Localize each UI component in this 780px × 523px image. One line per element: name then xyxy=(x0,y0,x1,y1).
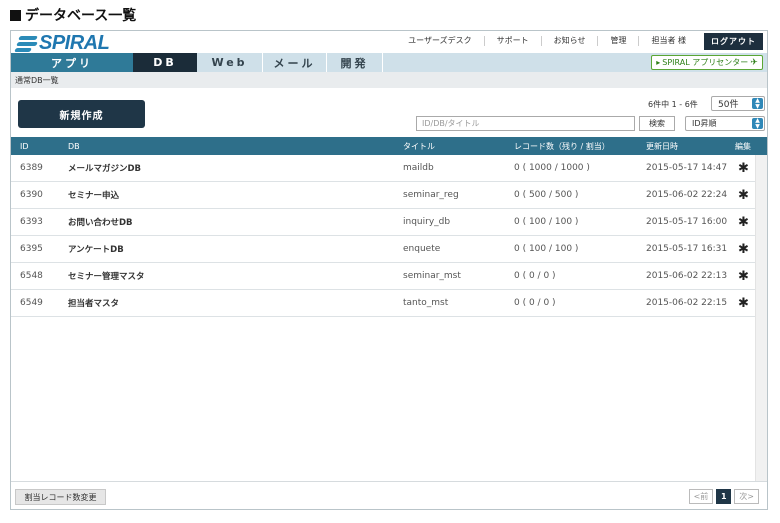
row-title: enquete xyxy=(403,244,441,254)
main-nav: アプリ DB Web メール 開発 ▸ SPIRAL アプリセンター ✈ xyxy=(11,53,767,72)
row-id: 6395 xyxy=(20,244,43,254)
scrollbar[interactable] xyxy=(755,155,767,481)
row-db-name[interactable]: 担当者マスタ xyxy=(68,290,119,316)
quota-change-button[interactable]: 割当レコード数変更 xyxy=(15,489,106,505)
app-center-label: SPIRAL アプリセンター xyxy=(662,58,749,67)
logo-stripes-icon xyxy=(14,34,38,52)
row-updated: 2015-06-02 22:15 xyxy=(646,298,728,308)
app-frame: SPIRAL ユーザーズデスク サポート お知らせ 管理 担当者 様 ログアウト… xyxy=(10,30,768,510)
row-updated: 2015-05-17 16:31 xyxy=(646,244,728,254)
top-link-news[interactable]: お知らせ xyxy=(540,36,598,46)
row-records: 0 ( 500 / 500 ) xyxy=(514,190,579,200)
column-header-id[interactable]: ID xyxy=(20,137,29,155)
row-updated: 2015-06-02 22:24 xyxy=(646,190,728,200)
logo[interactable]: SPIRAL xyxy=(14,31,110,54)
tab-dev[interactable]: 開発 xyxy=(327,53,383,72)
row-title: inquiry_db xyxy=(403,217,451,227)
gear-icon[interactable]: ✱ xyxy=(738,290,749,316)
table-row[interactable]: 6549 担当者マスタ tanto_mst 0 ( 0 / 0 ) 2015-0… xyxy=(11,290,755,317)
tab-apps[interactable]: アプリ xyxy=(11,53,133,72)
row-db-name[interactable]: メールマガジンDB xyxy=(68,155,141,181)
column-header-db[interactable]: DB xyxy=(68,137,80,155)
gear-icon[interactable]: ✱ xyxy=(738,236,749,262)
row-id: 6389 xyxy=(20,163,43,173)
gear-icon[interactable]: ✱ xyxy=(738,209,749,235)
gear-icon[interactable]: ✱ xyxy=(738,155,749,181)
row-id: 6549 xyxy=(20,298,43,308)
row-db-name[interactable]: アンケートDB xyxy=(68,236,124,262)
tab-db[interactable]: DB xyxy=(133,53,197,72)
app-center-button[interactable]: ▸ SPIRAL アプリセンター ✈ xyxy=(651,55,763,70)
search-button[interactable]: 検索 xyxy=(639,116,675,131)
select-arrows-icon: ▲ ▼ xyxy=(752,97,763,109)
table-row[interactable]: 6395 アンケートDB enquete 0 ( 100 / 100 ) 201… xyxy=(11,236,755,263)
sort-select[interactable]: ID昇順 ▲ ▼ xyxy=(685,116,765,131)
heading-square-icon xyxy=(10,9,21,21)
row-records: 0 ( 100 / 100 ) xyxy=(514,217,579,227)
top-link-admin[interactable]: 管理 xyxy=(597,36,638,46)
gear-icon[interactable]: ✱ xyxy=(738,263,749,289)
column-header-updated[interactable]: 更新日時 xyxy=(646,137,678,155)
logo-text: SPIRAL xyxy=(39,31,110,54)
top-links: ユーザーズデスク サポート お知らせ 管理 担当者 様 ログアウト xyxy=(396,32,763,50)
row-records: 0 ( 0 / 0 ) xyxy=(514,271,556,281)
header: SPIRAL ユーザーズデスク サポート お知らせ 管理 担当者 様 ログアウト… xyxy=(11,31,767,72)
row-updated: 2015-05-17 14:47 xyxy=(646,163,728,173)
per-page-select[interactable]: 50件 ▲ ▼ xyxy=(711,96,765,111)
row-title: maildb xyxy=(403,163,434,173)
page-heading: データベース一覧 xyxy=(10,4,136,26)
row-records: 0 ( 100 / 100 ) xyxy=(514,244,579,254)
column-header-title[interactable]: タイトル xyxy=(403,137,435,155)
table-header: ID DB タイトル レコード数（残り / 割当） 更新日時 編集 xyxy=(11,137,767,155)
new-create-button[interactable]: 新規作成 xyxy=(18,100,145,128)
row-title: seminar_reg xyxy=(403,190,459,200)
play-arrow-icon: ▸ xyxy=(656,58,661,67)
search-input[interactable]: ID/DB/タイトル xyxy=(416,116,635,131)
row-db-name[interactable]: セミナー申込 xyxy=(68,182,119,208)
table-row[interactable]: 6390 セミナー申込 seminar_reg 0 ( 500 / 500 ) … xyxy=(11,182,755,209)
top-link-users-desk[interactable]: ユーザーズデスク xyxy=(396,36,483,46)
gear-icon[interactable]: ✱ xyxy=(738,182,749,208)
table-row[interactable]: 6393 お問い合わせDB inquiry_db 0 ( 100 / 100 )… xyxy=(11,209,755,236)
table-row[interactable]: 6389 メールマガジンDB maildb 0 ( 1000 / 1000 ) … xyxy=(11,155,755,182)
tab-mail[interactable]: メール xyxy=(263,53,327,72)
row-db-name[interactable]: お問い合わせDB xyxy=(68,209,133,235)
row-id: 6390 xyxy=(20,190,43,200)
column-header-edit: 編集 xyxy=(735,141,751,151)
row-records: 0 ( 1000 / 1000 ) xyxy=(514,163,590,173)
pagination: <前 1 次> xyxy=(688,489,759,504)
row-records: 0 ( 0 / 0 ) xyxy=(514,298,556,308)
row-id: 6548 xyxy=(20,271,43,281)
row-db-name[interactable]: セミナー管理マスタ xyxy=(68,263,145,289)
sort-value: ID昇順 xyxy=(692,119,717,128)
tab-web[interactable]: Web xyxy=(197,53,263,72)
column-header-records[interactable]: レコード数（残り / 割当） xyxy=(514,137,610,155)
row-id: 6393 xyxy=(20,217,43,227)
breadcrumb: 通常DB一覧 xyxy=(11,72,767,88)
row-updated: 2015-06-02 22:13 xyxy=(646,271,728,281)
prev-page-button[interactable]: <前 xyxy=(688,489,714,504)
result-count: 6件中 1 - 6件 xyxy=(648,100,698,109)
per-page-value: 50件 xyxy=(718,100,739,110)
next-page-button[interactable]: 次> xyxy=(734,489,759,504)
table-row[interactable]: 6548 セミナー管理マスタ seminar_mst 0 ( 0 / 0 ) 2… xyxy=(11,263,755,290)
row-updated: 2015-05-17 16:00 xyxy=(646,217,728,227)
top-link-support[interactable]: サポート xyxy=(483,36,541,46)
select-arrows-icon: ▲ ▼ xyxy=(752,117,763,129)
logout-button[interactable]: ログアウト xyxy=(704,32,763,50)
row-title: tanto_mst xyxy=(403,298,449,308)
top-link-user-name: 担当者 様 xyxy=(638,36,698,46)
page-title: データベース一覧 xyxy=(25,8,137,24)
row-title: seminar_mst xyxy=(403,271,461,281)
footer: 割当レコード数変更 <前 1 次> xyxy=(11,481,767,509)
app-center-figure-icon: ✈ xyxy=(750,57,758,68)
current-page[interactable]: 1 xyxy=(716,489,732,504)
